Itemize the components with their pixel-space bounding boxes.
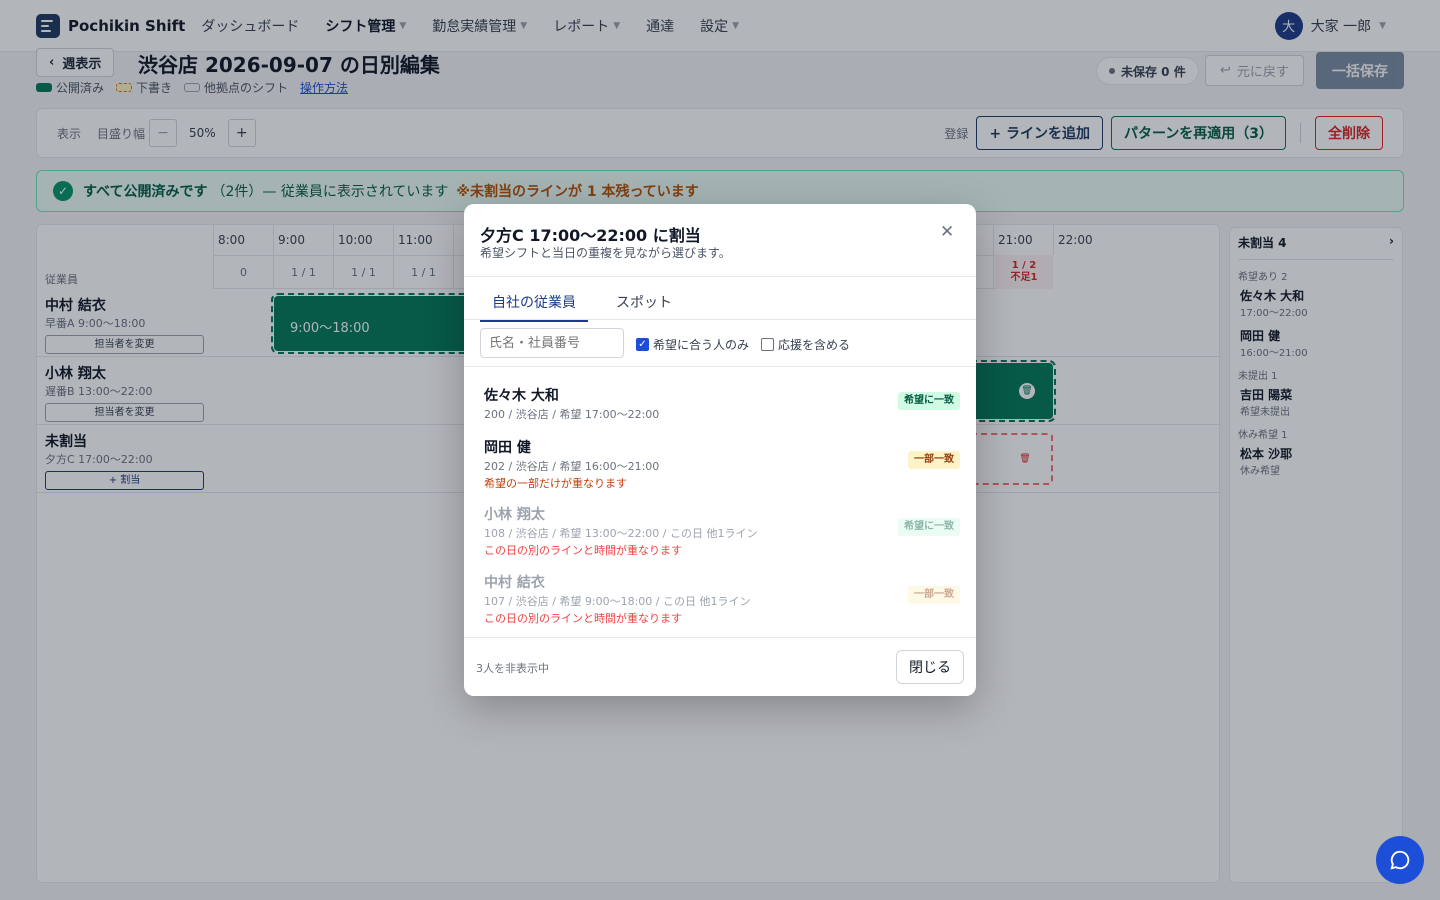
chat-button[interactable] [1376,836,1424,884]
candidate-name: 中村 結衣 [484,575,545,591]
candidate-detail: 107 / 渋谷店 / 希望 9:00〜18:00 / この日 他1ライン [484,595,751,608]
close-icon[interactable]: ✕ [940,222,954,242]
filter-support-checkbox[interactable]: 応援を含める [761,336,850,353]
assign-modal: 夕方C 17:00〜22:00 に割当 希望シフトと当日の重複を見ながら選びます… [464,204,976,696]
candidate-warning: 希望の一部だけが重なります [484,477,627,490]
chat-icon [1390,850,1410,870]
candidate-item[interactable]: 小林 翔太 108 / 渋谷店 / 希望 13:00〜22:00 / この日 他… [484,504,960,558]
candidate-item[interactable]: 佐々木 大和 200 / 渋谷店 / 希望 17:00〜22:00 希望に一致 [484,385,960,422]
divider [464,637,976,638]
checkbox-checked-icon: ✓ [636,338,649,351]
candidate-item[interactable]: 中村 結衣 107 / 渋谷店 / 希望 9:00〜18:00 / この日 他1… [484,572,960,626]
divider [464,319,976,320]
tab-employees[interactable]: 自社の従業員 [480,288,588,322]
match-badge: 一部一致 [908,451,960,469]
candidate-detail: 108 / 渋谷店 / 希望 13:00〜22:00 / この日 他1ライン [484,527,758,540]
match-badge: 一部一致 [908,586,960,604]
match-badge: 希望に一致 [898,392,960,410]
checkbox-label: 応援を含める [778,338,851,352]
candidate-detail: 200 / 渋谷店 / 希望 17:00〜22:00 [484,408,660,421]
modal-subtitle: 希望シフトと当日の重複を見ながら選びます。 [480,246,731,260]
filter-match-checkbox[interactable]: ✓ 希望に合う人のみ [636,336,749,353]
search-input[interactable] [480,328,624,358]
hidden-count: 3人を非表示中 [476,662,549,675]
divider [464,276,976,277]
candidate-warning: この日の別のラインと時間が重なります [484,544,682,557]
candidate-name: 佐々木 大和 [484,388,559,404]
candidate-detail: 202 / 渋谷店 / 希望 16:00〜21:00 [484,460,660,473]
candidate-name: 岡田 健 [484,440,531,456]
modal-tabs: 自社の従業員 スポット [480,288,684,322]
candidate-warning: この日の別のラインと時間が重なります [484,612,682,625]
candidate-item[interactable]: 岡田 健 202 / 渋谷店 / 希望 16:00〜21:00 希望の一部だけが… [484,437,960,491]
checkbox-icon [761,338,774,351]
close-button[interactable]: 閉じる [896,650,964,684]
candidate-name: 小林 翔太 [484,507,545,523]
tab-spot[interactable]: スポット [604,288,684,322]
modal-title: 夕方C 17:00〜22:00 に割当 [480,226,701,245]
divider [464,366,976,367]
checkbox-label: 希望に合う人のみ [653,338,750,352]
match-badge: 希望に一致 [898,518,960,536]
